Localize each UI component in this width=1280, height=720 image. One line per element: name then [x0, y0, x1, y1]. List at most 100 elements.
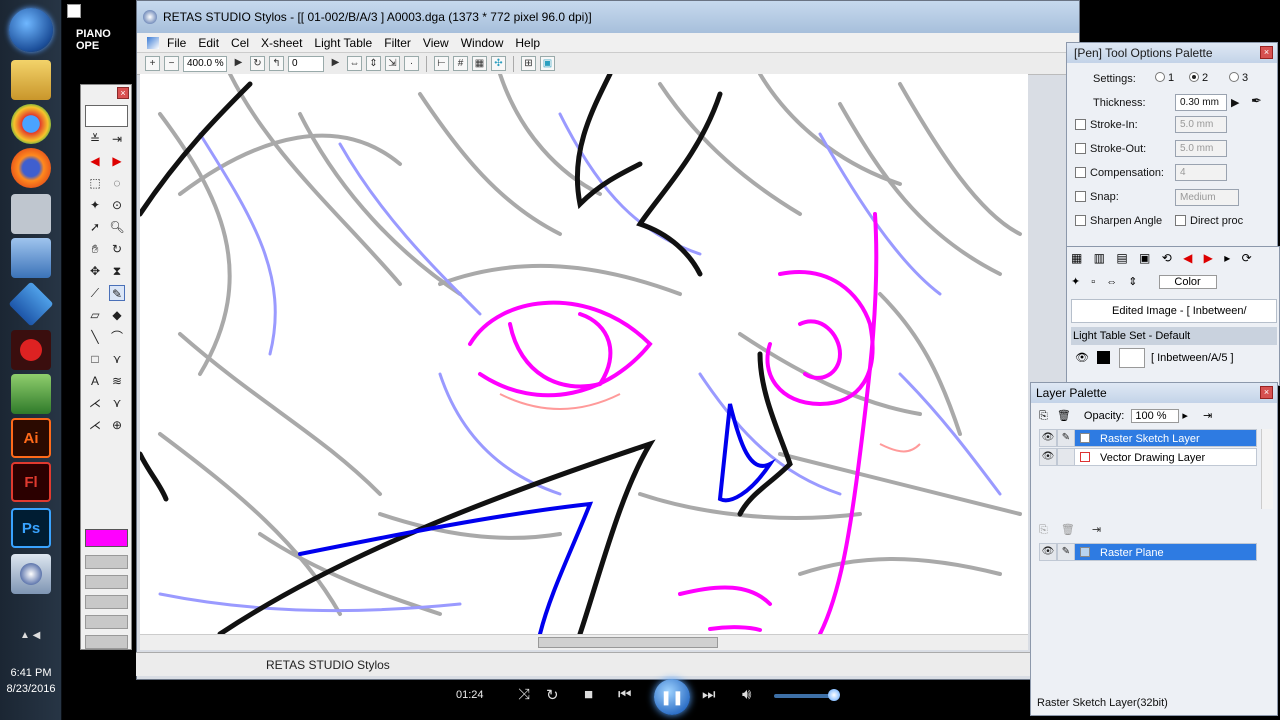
- menu-light-table[interactable]: Light Table: [314, 36, 380, 50]
- illustrator-icon[interactable]: Ai: [11, 418, 51, 458]
- vector-pen-icon[interactable]: ⋌: [87, 395, 103, 411]
- color-swatch[interactable]: [85, 615, 128, 629]
- zoom-icon[interactable]: 🔍︎: [109, 219, 125, 235]
- layer-vector-drawing[interactable]: 👁︎ Vector Drawing Layer: [1039, 448, 1257, 466]
- color-mode-dropdown[interactable]: Color: [1158, 275, 1217, 289]
- clock[interactable]: 6:41 PM 8/23/2016: [0, 665, 62, 697]
- opacity-arrow-icon[interactable]: ▸: [1182, 410, 1188, 422]
- layer-tool-icon[interactable]: ⇥: [109, 131, 125, 147]
- scanner-icon[interactable]: [11, 194, 51, 234]
- light-table-toolbar[interactable]: ▦ ▥ ▤ ▣ ⟲ ◀ ▶ ▸ ⟳: [1071, 251, 1277, 269]
- stroke-out-field[interactable]: 5.0 mm: [1175, 140, 1227, 157]
- zoom-out-button[interactable]: −: [164, 56, 179, 71]
- stroke-in-checkbox[interactable]: Stroke-In:: [1075, 119, 1138, 131]
- magic-wand-icon[interactable]: ✦: [87, 197, 103, 213]
- zoom-in-button[interactable]: +: [145, 56, 160, 71]
- new-layer-icon[interactable]: ⎘: [1039, 410, 1048, 422]
- fill-icon[interactable]: ◆: [109, 307, 125, 323]
- curve-icon[interactable]: ⌒: [109, 329, 125, 345]
- trash-icon[interactable]: 🗑︎: [1057, 410, 1071, 422]
- layer-menu-icon[interactable]: ⇥: [1203, 410, 1212, 422]
- frame-dropdown-icon[interactable]: ▶: [328, 56, 343, 71]
- pen-nib-icon[interactable]: ✒: [1251, 93, 1262, 109]
- vector-line-icon[interactable]: ⋌: [87, 417, 103, 433]
- grid-fine-icon[interactable]: ▦: [472, 56, 487, 71]
- close-icon[interactable]: ×: [1260, 46, 1273, 59]
- color-swatch[interactable]: [85, 575, 128, 589]
- vector-edit-icon[interactable]: ⋎: [109, 395, 125, 411]
- drawing-canvas[interactable]: [140, 74, 1028, 634]
- layer-scrollbar[interactable]: [1261, 429, 1273, 509]
- rectangle-icon[interactable]: □: [87, 351, 103, 367]
- line-icon[interactable]: ╲: [87, 329, 103, 345]
- photoshop-icon[interactable]: Ps: [11, 508, 51, 548]
- stop-icon[interactable]: ■: [584, 686, 593, 703]
- stroke-in-field[interactable]: 5.0 mm: [1175, 116, 1227, 133]
- hand-icon[interactable]: ✋︎: [87, 241, 103, 257]
- horizontal-scrollbar[interactable]: [140, 634, 1028, 650]
- snap-dropdown[interactable]: Medium: [1175, 189, 1239, 206]
- new-plane-icon[interactable]: ⎘: [1039, 524, 1048, 536]
- compensation-field[interactable]: 4: [1175, 164, 1227, 181]
- center-icon[interactable]: ·: [404, 56, 419, 71]
- firefox-icon[interactable]: [11, 148, 51, 188]
- menu-view[interactable]: View: [423, 36, 457, 50]
- ruler-icon[interactable]: ⊢: [434, 56, 449, 71]
- volume-knob[interactable]: [828, 689, 840, 701]
- fit-page-icon[interactable]: ⇲: [385, 56, 400, 71]
- scrollbar-thumb[interactable]: [538, 637, 718, 648]
- prev-arrow-icon[interactable]: ◀: [87, 153, 103, 169]
- rotate-icon[interactable]: ↻: [250, 56, 265, 71]
- eraser-icon[interactable]: ▱: [87, 307, 103, 323]
- sharpen-angle-checkbox[interactable]: Sharpen Angle: [1075, 215, 1162, 227]
- zoom-dropdown-icon[interactable]: ▶: [231, 56, 246, 71]
- polyline-icon[interactable]: ⋎: [109, 351, 125, 367]
- compensation-checkbox[interactable]: Compensation:: [1075, 167, 1164, 179]
- brush-icon[interactable]: ≋: [109, 373, 125, 389]
- menu-help[interactable]: Help: [515, 36, 548, 50]
- start-button[interactable]: [9, 8, 53, 52]
- thickness-arrow-icon[interactable]: ▶: [1231, 96, 1239, 109]
- move-layer-icon[interactable]: ≚: [87, 131, 103, 147]
- transform-icon[interactable]: ⧗: [109, 263, 125, 279]
- eye-icon[interactable]: 👁︎: [1075, 347, 1089, 369]
- layer-raster-sketch[interactable]: 👁︎ ✎ Raster Sketch Layer: [1039, 429, 1257, 447]
- monitor-icon[interactable]: [11, 374, 51, 414]
- current-color-swatch[interactable]: [85, 529, 128, 547]
- trash-icon[interactable]: 🗑︎: [1061, 524, 1075, 536]
- rotate-view-icon[interactable]: ↻: [109, 241, 125, 257]
- network-icon[interactable]: [8, 281, 54, 327]
- plane-raster[interactable]: 👁︎ ✎ Raster Plane: [1039, 543, 1257, 561]
- light-table-option-icons[interactable]: ✦ ▫ ⇔ ⇕: [1071, 276, 1142, 288]
- pen-icon[interactable]: [1057, 448, 1075, 466]
- pointer-icon[interactable]: ➚: [87, 219, 103, 235]
- flash-icon[interactable]: Fl: [11, 462, 51, 502]
- previous-icon[interactable]: ⏮︎: [618, 686, 632, 703]
- fit-height-icon[interactable]: ⇕: [366, 56, 381, 71]
- light-table-entry[interactable]: 👁︎ [ Inbetween/A/5 ]: [1071, 347, 1277, 369]
- settings-radio-2[interactable]: 2: [1189, 72, 1208, 84]
- folder-icon[interactable]: [11, 60, 51, 100]
- frame-field[interactable]: 0: [288, 55, 324, 72]
- edited-image-row[interactable]: Edited Image - [ Inbetween/: [1071, 299, 1277, 323]
- eye-icon[interactable]: 👁︎: [1039, 543, 1057, 561]
- document-menu-icon[interactable]: [147, 36, 159, 49]
- select-pen-icon[interactable]: ⊙: [109, 197, 125, 213]
- rect-select-icon[interactable]: ⬚: [87, 175, 103, 191]
- chrome-icon[interactable]: [11, 104, 51, 144]
- menu-edit[interactable]: Edit: [198, 36, 227, 50]
- plane-menu-icon[interactable]: ⇥: [1092, 524, 1101, 536]
- shuffle-icon[interactable]: ⤨: [518, 686, 530, 703]
- frame-guide-icon[interactable]: ▣: [540, 56, 555, 71]
- eye-icon[interactable]: 👁︎: [1039, 429, 1057, 447]
- stroke-out-checkbox[interactable]: Stroke-Out:: [1075, 143, 1146, 155]
- flip-icon[interactable]: ↰: [269, 56, 284, 71]
- eye-icon[interactable]: 👁︎: [1039, 448, 1057, 466]
- grid-icon[interactable]: #: [453, 56, 468, 71]
- direct-proc-checkbox[interactable]: Direct proc: [1175, 215, 1243, 227]
- next-icon[interactable]: ⏭︎: [702, 686, 716, 703]
- snap-checkbox[interactable]: Snap:: [1075, 191, 1119, 203]
- pen-icon[interactable]: ✎: [1057, 543, 1075, 561]
- volume-slider[interactable]: [774, 689, 840, 701]
- text-icon[interactable]: A: [87, 373, 103, 389]
